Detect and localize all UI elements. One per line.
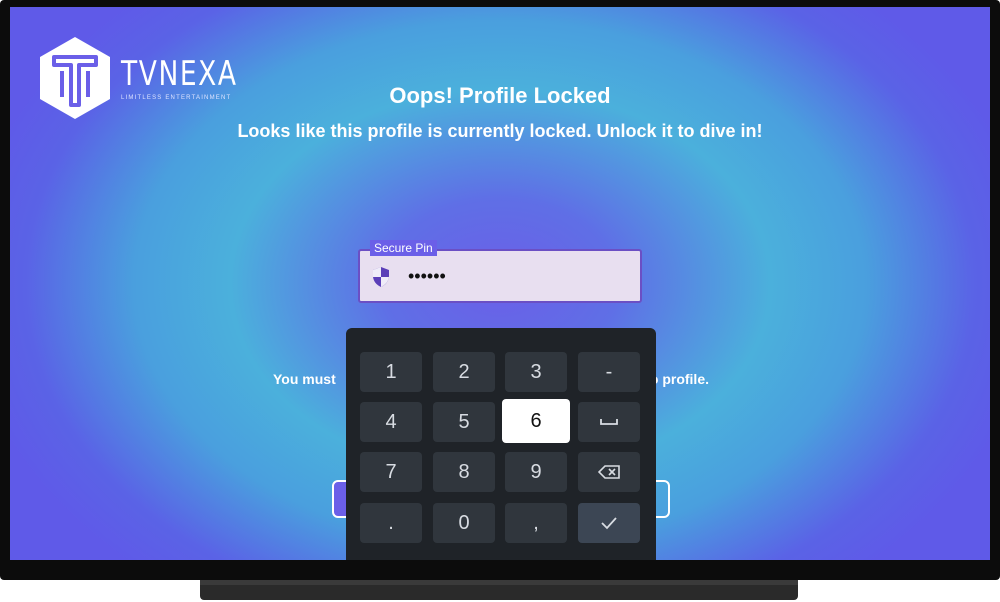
key-label: 3 <box>530 360 542 383</box>
key-label: 5 <box>458 410 470 433</box>
key-done[interactable] <box>578 503 640 543</box>
secure-pin-input[interactable] <box>358 249 642 303</box>
info-text-left: You must <box>273 371 336 387</box>
key-comma[interactable]: , <box>505 503 567 543</box>
key-label: , <box>533 511 539 534</box>
key-label: - <box>605 360 613 383</box>
checkmark-icon <box>601 517 617 530</box>
key-label: 1 <box>385 360 397 383</box>
secure-pin-label: Secure Pin <box>370 240 437 256</box>
backspace-icon <box>598 465 620 479</box>
key-1[interactable]: 1 <box>360 352 422 392</box>
key-0[interactable]: 0 <box>433 503 495 543</box>
key-dash[interactable]: - <box>578 352 640 392</box>
key-4[interactable]: 4 <box>360 402 422 442</box>
key-3[interactable]: 3 <box>505 352 567 392</box>
key-label: 6 <box>530 409 542 432</box>
key-9[interactable]: 9 <box>505 452 567 492</box>
key-label: 9 <box>530 460 542 483</box>
shield-icon <box>373 267 389 287</box>
page-title: Oops! Profile Locked <box>389 83 611 108</box>
key-7[interactable]: 7 <box>360 452 422 492</box>
tv-screen: TVNEXA LIMITLESS ENTERTAINMENT Oops! Pro… <box>10 7 990 560</box>
key-label: . <box>388 511 394 534</box>
key-label: 8 <box>458 460 470 483</box>
tv-stand-top <box>200 580 798 585</box>
key-label: 4 <box>385 410 397 433</box>
on-screen-keypad: 1 2 3 - 4 5 6 7 8 9 . 0 , <box>346 328 656 560</box>
key-6[interactable]: 6 <box>502 399 570 443</box>
key-2[interactable]: 2 <box>433 352 495 392</box>
key-label: 2 <box>458 360 470 383</box>
key-5[interactable]: 5 <box>433 402 495 442</box>
key-label: 7 <box>385 460 397 483</box>
key-space[interactable] <box>578 402 640 442</box>
secure-pin-value: •••••• <box>408 266 446 286</box>
key-backspace[interactable] <box>578 452 640 492</box>
key-label: 0 <box>458 511 470 534</box>
page-subtitle: Looks like this profile is currently loc… <box>237 121 763 141</box>
key-period[interactable]: . <box>360 503 422 543</box>
key-8[interactable]: 8 <box>433 452 495 492</box>
space-icon <box>600 419 618 425</box>
